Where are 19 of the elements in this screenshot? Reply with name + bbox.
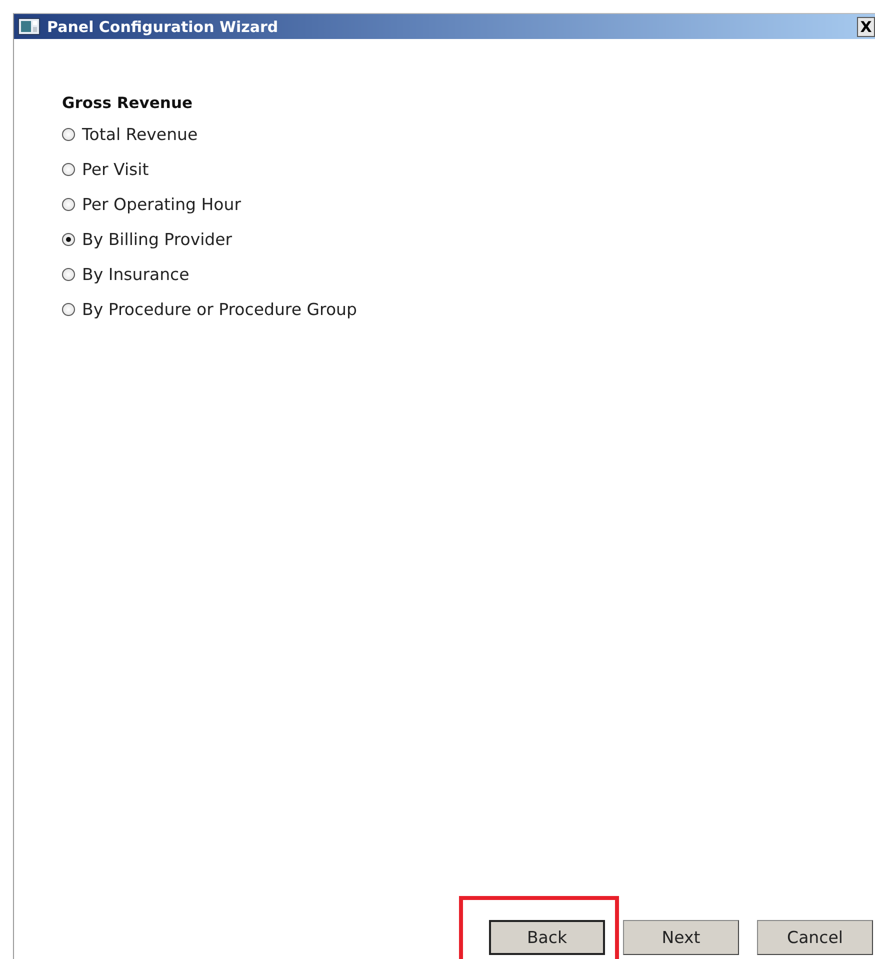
option-label: Total Revenue (82, 125, 198, 144)
radio-button[interactable] (62, 233, 75, 246)
window-icon (18, 18, 40, 35)
radio-button[interactable] (62, 128, 75, 141)
radio-button[interactable] (62, 198, 75, 211)
option-label: By Insurance (82, 265, 190, 284)
radio-button[interactable] (62, 303, 75, 316)
option-label: Per Operating Hour (82, 195, 242, 214)
wizard-button[interactable]: Back (489, 920, 605, 955)
option-label: By Billing Provider (82, 230, 232, 249)
wizard-button[interactable]: Cancel (757, 920, 873, 955)
group-heading: Gross Revenue (62, 94, 194, 112)
radio-button[interactable] (62, 268, 75, 281)
option-label: By Procedure or Procedure Group (82, 300, 357, 319)
wizard-button[interactable]: Next (623, 920, 739, 955)
option-label: Per Visit (82, 160, 149, 179)
window-title: Panel Configuration Wizard (47, 18, 280, 36)
radio-button[interactable] (62, 163, 75, 176)
close-button[interactable]: X (857, 16, 875, 36)
